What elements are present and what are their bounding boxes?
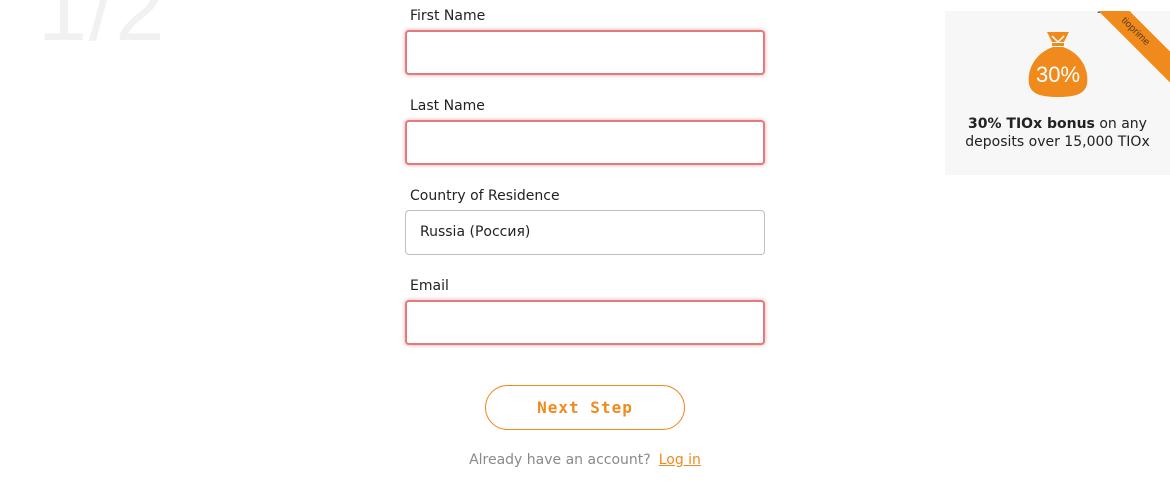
email-label: Email	[410, 278, 449, 294]
first-name-label: First Name	[410, 8, 486, 24]
bonus-bold-text: 30% TIOx bonus	[968, 116, 1095, 132]
last-name-label: Last Name	[410, 98, 485, 114]
money-bag-icon: 30%	[1027, 30, 1089, 98]
bag-percent: 30%	[1036, 62, 1080, 87]
tioprime-ribbon: tioprime	[1081, 11, 1170, 86]
first-name-input[interactable]	[405, 30, 765, 75]
bonus-promo-card[interactable]: tioprime 30% 30% TIOx bonus on any depos…	[945, 11, 1170, 175]
login-link[interactable]: Log in	[659, 452, 701, 468]
email-input[interactable]	[405, 300, 765, 345]
login-prompt: Already have an account? Log in	[405, 452, 765, 468]
country-selected-value: Russia (Россия)	[420, 224, 531, 240]
account-prompt-text: Already have an account?	[469, 452, 651, 468]
country-select[interactable]: Russia (Россия)	[405, 210, 765, 255]
bonus-description: 30% TIOx bonus on any deposits over 15,0…	[945, 115, 1170, 151]
last-name-input[interactable]	[405, 120, 765, 165]
ribbon-text: tioprime	[1118, 15, 1152, 49]
step-counter: 1/2	[38, 0, 167, 59]
country-label: Country of Residence	[410, 188, 560, 204]
next-step-button[interactable]: Next Step	[485, 385, 685, 430]
